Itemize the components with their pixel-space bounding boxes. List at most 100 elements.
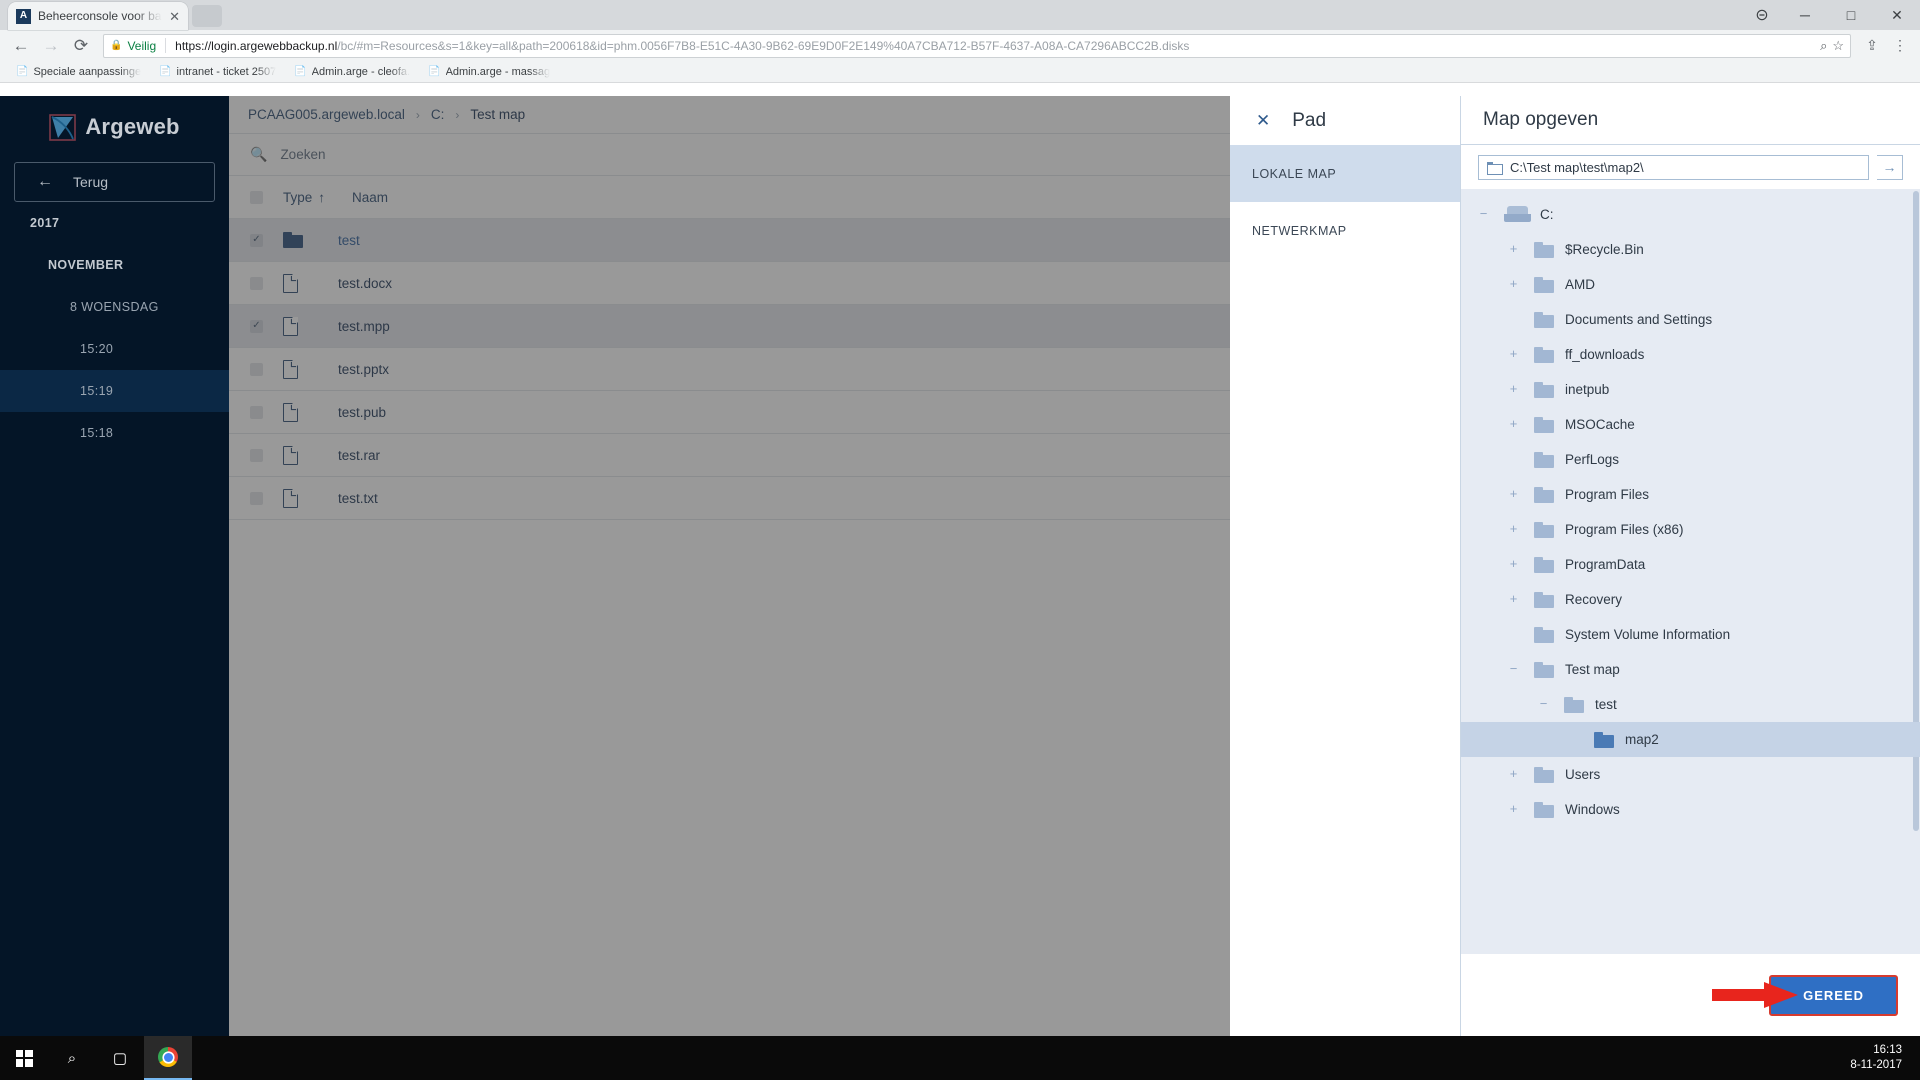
close-icon[interactable]: ✕ xyxy=(1256,112,1270,129)
sidebar-item-time-1518[interactable]: 15:18 xyxy=(0,412,229,454)
tree-toggle-icon[interactable]: + xyxy=(1507,347,1520,361)
search-input[interactable]: Zoeken xyxy=(280,147,325,162)
sidebar-item-november[interactable]: NOVEMBER xyxy=(0,244,229,286)
taskbar-clock[interactable]: 16:13 8-11-2017 xyxy=(1850,1043,1920,1073)
taskbar-chrome-button[interactable] xyxy=(144,1036,192,1080)
tree-node-ff-downloads[interactable]: + ff_downloads xyxy=(1461,337,1920,372)
tree-node-amd[interactable]: + AMD xyxy=(1461,267,1920,302)
browser-menu-icon[interactable]: ⋮ xyxy=(1887,33,1913,59)
path-input[interactable]: C:\Test map\test\map2\ xyxy=(1478,154,1869,180)
tree-node-recovery[interactable]: + Recovery xyxy=(1461,582,1920,617)
row-checkbox[interactable] xyxy=(250,276,263,290)
zoom-icon[interactable]: ⌕ xyxy=(1820,38,1827,54)
bookmark-item[interactable]: 📄 Admin.arge - massag xyxy=(420,62,558,82)
bookmark-item[interactable]: 📄 Admin.arge - cleofa. xyxy=(286,62,418,82)
tree-node-programdata[interactable]: + ProgramData xyxy=(1461,547,1920,582)
bookmark-star-icon[interactable]: ☆ xyxy=(1832,38,1844,54)
row-name[interactable]: test.docx xyxy=(338,276,392,291)
tree-node-program-files[interactable]: + Program Files xyxy=(1461,477,1920,512)
new-tab-button[interactable] xyxy=(192,5,222,27)
back-icon[interactable]: ← xyxy=(7,32,35,60)
tree-node-documents-and-settings[interactable]: Documents and Settings xyxy=(1461,302,1920,337)
tree-node-msocache[interactable]: + MSOCache xyxy=(1461,407,1920,442)
row-checkbox[interactable] xyxy=(250,405,263,419)
tree-node-users[interactable]: + Users xyxy=(1461,757,1920,792)
forward-icon[interactable]: → xyxy=(37,32,65,60)
tree-node-label: AMD xyxy=(1565,277,1595,292)
extension-icon[interactable]: ⇪ xyxy=(1859,33,1885,59)
tree-toggle-icon[interactable]: + xyxy=(1507,487,1520,501)
taskbar-search-icon[interactable]: ⌕ xyxy=(48,1036,96,1080)
tree-toggle-icon[interactable] xyxy=(1567,733,1580,746)
breadcrumb-host[interactable]: PCAAG005.argeweb.local xyxy=(248,107,405,122)
tree-node-perflogs[interactable]: PerfLogs xyxy=(1461,442,1920,477)
tree-toggle-icon[interactable]: + xyxy=(1507,802,1520,816)
path-bar: C:\Test map\test\map2\ → xyxy=(1461,145,1920,189)
start-button[interactable] xyxy=(0,1036,48,1080)
bookmark-item[interactable]: 📄 Speciale aanpassinge xyxy=(8,62,149,82)
row-name[interactable]: test.mpp xyxy=(338,319,390,334)
tree-toggle-icon[interactable]: + xyxy=(1507,242,1520,256)
sidebar-item-day[interactable]: 8 WOENSDAG xyxy=(0,286,229,328)
row-name[interactable]: test.rar xyxy=(338,448,380,463)
pad-option-netwerkmap[interactable]: NETWERKMAP xyxy=(1230,202,1460,259)
browser-tab[interactable]: A Beheerconsole voor back ✕ xyxy=(8,2,188,30)
row-name[interactable]: test xyxy=(338,233,360,248)
select-all-checkbox[interactable] xyxy=(250,190,263,204)
back-button[interactable]: ← Terug xyxy=(14,162,215,202)
tree-node-map2[interactable]: map2 xyxy=(1461,722,1920,757)
sidebar-item-label: 2017 xyxy=(30,216,60,230)
tree-node-label: inetpub xyxy=(1565,382,1610,397)
row-checkbox[interactable] xyxy=(250,491,263,505)
tree-toggle-icon[interactable]: + xyxy=(1507,417,1520,431)
tree-toggle-icon[interactable]: + xyxy=(1507,767,1520,781)
tree-node-test-map[interactable]: − Test map xyxy=(1461,652,1920,687)
close-tab-icon[interactable]: ✕ xyxy=(169,10,180,23)
tree-toggle-icon[interactable]: + xyxy=(1507,592,1520,606)
sidebar-item-time-1519[interactable]: 15:19 xyxy=(0,370,229,412)
sidebar-item-time-1520[interactable]: 15:20 xyxy=(0,328,229,370)
tree-node-recyclebin[interactable]: + $Recycle.Bin xyxy=(1461,232,1920,267)
tree-node-c-drive[interactable]: − C: xyxy=(1461,197,1920,232)
tree-toggle-icon[interactable] xyxy=(1507,628,1520,641)
tree-toggle-icon[interactable] xyxy=(1507,313,1520,326)
row-name[interactable]: test.pub xyxy=(338,405,386,420)
row-checkbox[interactable]: ✓ xyxy=(250,233,263,247)
tree-node-test[interactable]: − test xyxy=(1461,687,1920,722)
close-window-icon[interactable]: ✕ xyxy=(1874,0,1920,30)
address-bar[interactable]: 🔒 Veilig https://login.argewebbackup.nl/… xyxy=(103,33,1851,58)
back-button-label: Terug xyxy=(73,174,109,190)
row-name[interactable]: test.pptx xyxy=(338,362,389,377)
breadcrumb-drive[interactable]: C: xyxy=(431,107,445,122)
tree-node-system-volume-information[interactable]: System Volume Information xyxy=(1461,617,1920,652)
maximize-icon[interactable]: □ xyxy=(1828,0,1874,30)
bookmark-item[interactable]: 📄 intranet - ticket 2507 xyxy=(151,62,284,82)
row-checkbox[interactable] xyxy=(250,362,263,376)
column-header-name[interactable]: Naam xyxy=(352,190,388,205)
tree-node-label: map2 xyxy=(1625,732,1659,747)
reload-icon[interactable]: ⟳ xyxy=(67,32,95,60)
tree-toggle-icon[interactable]: + xyxy=(1507,277,1520,291)
task-view-icon[interactable]: ▢ xyxy=(96,1036,144,1080)
tree-toggle-icon[interactable]: + xyxy=(1507,382,1520,396)
tree-toggle-icon[interactable] xyxy=(1507,453,1520,466)
tree-node-program-files-x86[interactable]: + Program Files (x86) xyxy=(1461,512,1920,547)
tree-toggle-icon[interactable]: − xyxy=(1537,697,1550,711)
profile-icon[interactable]: ⊝ xyxy=(1742,0,1782,30)
tree-node-inetpub[interactable]: + inetpub xyxy=(1461,372,1920,407)
path-go-button[interactable]: → xyxy=(1877,154,1903,180)
row-checkbox[interactable]: ✓ xyxy=(250,319,263,333)
breadcrumb-current[interactable]: Test map xyxy=(470,107,525,122)
row-name[interactable]: test.txt xyxy=(338,491,378,506)
tree-toggle-icon[interactable]: − xyxy=(1477,207,1490,221)
tree-toggle-icon[interactable]: + xyxy=(1507,557,1520,571)
pad-option-lokale-map[interactable]: LOKALE MAP xyxy=(1230,145,1486,202)
tree-toggle-icon[interactable]: − xyxy=(1507,662,1520,676)
row-checkbox[interactable] xyxy=(250,448,263,462)
column-header-type[interactable]: Type ↑ xyxy=(283,190,338,205)
minimize-icon[interactable]: ─ xyxy=(1782,0,1828,30)
file-icon xyxy=(283,402,298,422)
sidebar-item-2017[interactable]: 2017 xyxy=(0,202,229,244)
tree-node-windows[interactable]: + Windows xyxy=(1461,792,1920,827)
tree-toggle-icon[interactable]: + xyxy=(1507,522,1520,536)
